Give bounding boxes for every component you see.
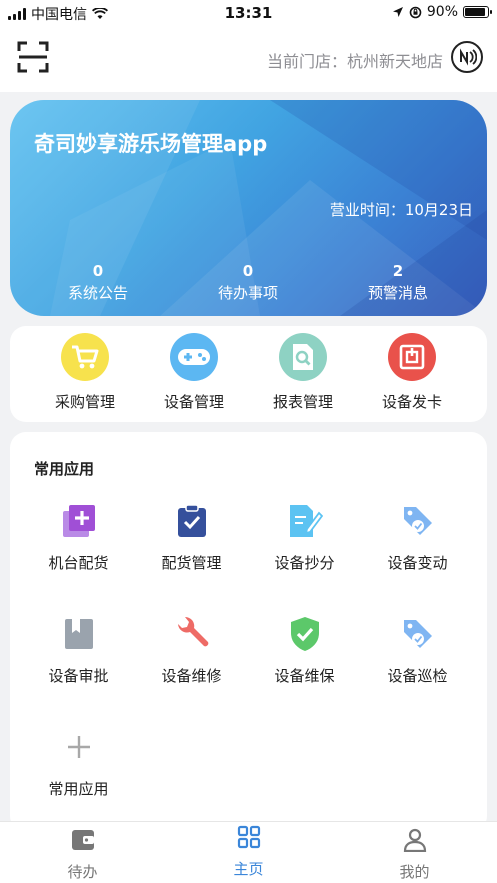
nfc-icon — [460, 48, 477, 66]
app-machine-distribution[interactable]: 机台配货 — [22, 501, 135, 573]
app-label: 设备审批 — [48, 667, 109, 685]
report-search-icon — [279, 333, 327, 381]
app-distribution-management[interactable]: 配货管理 — [135, 501, 248, 573]
wallet-icon — [71, 830, 94, 850]
tab-mine[interactable]: 我的 — [332, 828, 497, 882]
tag-check-icon — [398, 501, 438, 541]
document-edit-icon — [285, 501, 325, 541]
stat-todo[interactable]: 0 待办事项 — [188, 262, 308, 303]
rotation-lock-icon — [409, 6, 422, 18]
dashboard-banner: 奇司妙享游乐场管理app 营业时间：10月23日 0 系统公告 0 待办事项 2… — [10, 100, 487, 316]
cart-icon — [61, 333, 109, 381]
app-label: 配货管理 — [161, 554, 222, 572]
app-label: 常用应用 — [48, 780, 109, 798]
status-right: 90% — [392, 4, 492, 20]
shield-check-icon — [285, 614, 325, 654]
scan-button[interactable] — [17, 41, 49, 73]
app-label: 设备巡检 — [387, 667, 448, 685]
add-stack-icon — [59, 501, 99, 541]
bookmark-icon — [59, 614, 99, 654]
grid-icon — [237, 825, 260, 849]
common-apps-title: 常用应用 — [34, 460, 95, 478]
quick-label: 设备发卡 — [381, 393, 442, 411]
tab-label: 我的 — [399, 863, 430, 881]
quick-card-issue[interactable]: 设备发卡 — [357, 333, 467, 412]
app-add-common[interactable]: 常用应用 — [22, 727, 135, 799]
app-device-change[interactable]: 设备变动 — [361, 501, 474, 573]
app-device-approval[interactable]: 设备审批 — [22, 614, 135, 686]
tab-home[interactable]: 主页 — [166, 825, 331, 879]
current-store-label: 当前门店：杭州新天地店 — [266, 52, 443, 71]
quick-label: 报表管理 — [272, 393, 333, 411]
app-device-maintenance[interactable]: 设备维保 — [248, 614, 361, 686]
stat-value: 0 — [92, 262, 104, 280]
stat-label: 待办事项 — [217, 284, 278, 302]
tab-todo[interactable]: 待办 — [0, 828, 165, 882]
battery-icon — [463, 6, 492, 18]
common-apps-panel: 常用应用 机台配货 配货管理 设备抄分 设备变动 设备审批 设备维修 设备维保 … — [10, 432, 487, 832]
stat-value: 2 — [392, 262, 404, 280]
stat-label: 系统公告 — [67, 284, 128, 302]
app-label: 设备维修 — [161, 667, 222, 685]
stat-label: 预警消息 — [367, 284, 428, 302]
quick-actions: 采购管理 设备管理 报表管理 设备发卡 — [10, 326, 487, 422]
clipboard-check-icon — [172, 501, 212, 541]
app-title: 奇司妙享游乐场管理app — [34, 132, 268, 156]
quick-report[interactable]: 报表管理 — [248, 333, 358, 412]
card-issue-icon — [388, 333, 436, 381]
bottom-tab-bar: 待办 主页 我的 — [0, 821, 497, 883]
quick-label: 采购管理 — [54, 393, 115, 411]
app-device-reading[interactable]: 设备抄分 — [248, 501, 361, 573]
app-label: 设备维保 — [274, 667, 335, 685]
status-bar: 中国电信 13:31 90% — [0, 0, 497, 26]
plus-icon — [59, 727, 99, 767]
wrench-icon — [172, 614, 212, 654]
quick-label: 设备管理 — [163, 393, 224, 411]
top-header: 当前门店：杭州新天地店 — [0, 26, 497, 92]
app-device-inspection[interactable]: 设备巡检 — [361, 614, 474, 686]
app-label: 设备抄分 — [274, 554, 335, 572]
stat-value: 0 — [242, 262, 254, 280]
stat-warning[interactable]: 2 预警消息 — [338, 262, 458, 303]
app-device-repair[interactable]: 设备维修 — [135, 614, 248, 686]
gamepad-icon — [170, 333, 218, 381]
stat-system-notice[interactable]: 0 系统公告 — [38, 262, 158, 303]
user-icon — [403, 828, 426, 853]
scan-icon — [17, 41, 49, 73]
tag-check-icon — [398, 614, 438, 654]
quick-purchase[interactable]: 采购管理 — [30, 333, 140, 412]
app-label: 机台配货 — [48, 554, 109, 572]
tab-label: 主页 — [233, 860, 264, 878]
app-label: 设备变动 — [387, 554, 448, 572]
business-time: 营业时间：10月23日 — [329, 201, 473, 219]
quick-device[interactable]: 设备管理 — [139, 333, 249, 412]
nfc-button[interactable] — [451, 41, 483, 73]
battery-percent: 90% — [426, 4, 458, 20]
location-arrow-icon — [392, 7, 403, 17]
tab-label: 待办 — [67, 863, 98, 881]
